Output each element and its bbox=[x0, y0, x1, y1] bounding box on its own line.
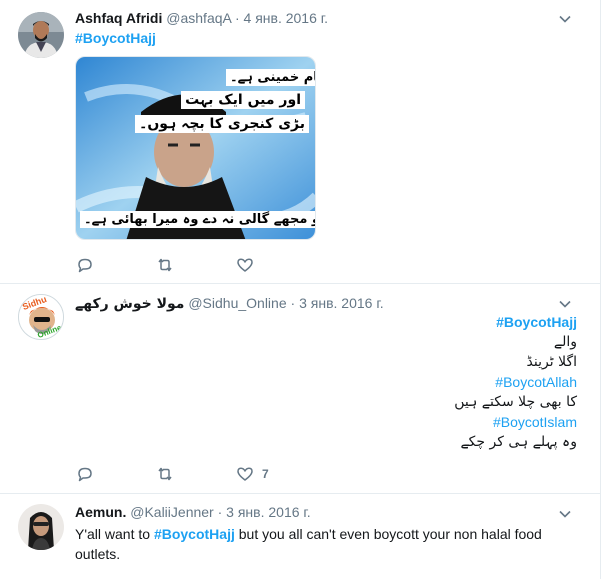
hashtag-link[interactable]: #BoycotHajj bbox=[75, 30, 156, 46]
text-line: کا بھی چلا سکتے ہیں bbox=[454, 394, 577, 410]
tweet-date[interactable]: 3 янв. 2016 г. bbox=[299, 295, 384, 311]
hashtag-link[interactable]: #BoycotIslam bbox=[454, 412, 577, 432]
tweet-date[interactable]: 3 янв. 2016 г. bbox=[226, 504, 311, 520]
text-line: والے bbox=[553, 334, 577, 350]
chevron-down-icon[interactable] bbox=[558, 12, 572, 26]
display-name[interactable]: مولا خوش رکھے bbox=[75, 296, 184, 312]
tweet-date[interactable]: 4 янв. 2016 г. bbox=[244, 10, 329, 26]
tweet-text: Y'all want to #BoycotHajj but you all ca… bbox=[75, 524, 575, 564]
reply-button[interactable] bbox=[76, 255, 94, 275]
avatar[interactable] bbox=[18, 12, 64, 58]
reply-icon bbox=[78, 258, 92, 273]
image-caption-3: بڑی کنجری کا بچہ ہوں۔ bbox=[135, 115, 309, 133]
like-button[interactable]: 7 bbox=[236, 464, 269, 484]
chevron-down-icon[interactable] bbox=[558, 507, 572, 521]
chevron-down-icon[interactable] bbox=[558, 297, 572, 311]
display-name[interactable]: Ashfaq Afridi bbox=[75, 10, 162, 26]
tweet-1[interactable]: Ashfaq Afridi @ashfaqA · 4 янв. 2016 г. … bbox=[0, 0, 601, 283]
tweet-3[interactable]: Aemun. @KaliiJenner · 3 янв. 2016 г. Y'a… bbox=[0, 493, 601, 579]
like-button[interactable] bbox=[236, 255, 254, 275]
reply-icon bbox=[78, 467, 92, 482]
text-line: اگلا ٹرینڈ bbox=[526, 354, 577, 370]
tweet-header: Aemun. @KaliiJenner · 3 янв. 2016 г. bbox=[75, 504, 311, 520]
retweet-button[interactable] bbox=[156, 255, 174, 275]
hashtag-link[interactable]: #BoycotAllah bbox=[454, 372, 577, 392]
retweet-button[interactable] bbox=[156, 464, 174, 484]
avatar[interactable]: Sidhu Online bbox=[18, 294, 64, 340]
tweet-text-part: Y'all want to bbox=[75, 526, 154, 542]
hashtag-link[interactable]: #BoycotHajj bbox=[454, 312, 577, 332]
tweet-header: مولا خوش رکھے @Sidhu_Online · 3 янв. 201… bbox=[75, 295, 384, 312]
user-handle[interactable]: @KaliiJenner bbox=[130, 504, 213, 520]
separator: · bbox=[234, 10, 240, 26]
user-handle[interactable]: @ashfaqA bbox=[166, 10, 231, 26]
separator: · bbox=[217, 504, 223, 520]
display-name[interactable]: Aemun. bbox=[75, 504, 126, 520]
image-caption-4: جو مجھے گالی نہ دے وہ میرا بھائی ہے۔ bbox=[80, 211, 315, 228]
avatar[interactable] bbox=[18, 504, 64, 550]
text-line: وہ پہلے ہی کر چکے bbox=[460, 434, 577, 450]
retweet-icon bbox=[158, 467, 172, 481]
image-caption-1: میرا نام خمینی ہے۔ bbox=[226, 69, 315, 86]
separator: · bbox=[290, 295, 296, 311]
tweet-text: #BoycotHajj والے اگلا ٹرینڈ #BoycotAllah… bbox=[454, 312, 577, 452]
user-handle[interactable]: @Sidhu_Online bbox=[188, 295, 286, 311]
like-count: 7 bbox=[262, 467, 269, 481]
tweet-image[interactable]: میرا نام خمینی ہے۔ اور میں ایک بہت بڑی ک… bbox=[75, 56, 316, 240]
heart-icon bbox=[237, 467, 253, 481]
tweet-text: #BoycotHajj bbox=[75, 30, 156, 46]
tweet-2[interactable]: Sidhu Online مولا خوش رکھے @Sidhu_Online… bbox=[0, 283, 601, 493]
retweet-icon bbox=[158, 258, 172, 272]
heart-icon bbox=[237, 258, 253, 272]
reply-button[interactable] bbox=[76, 464, 94, 484]
hashtag-link[interactable]: #BoycotHajj bbox=[154, 526, 235, 542]
image-caption-2: اور میں ایک بہت bbox=[181, 91, 305, 109]
tweet-header: Ashfaq Afridi @ashfaqA · 4 янв. 2016 г. bbox=[75, 10, 328, 26]
